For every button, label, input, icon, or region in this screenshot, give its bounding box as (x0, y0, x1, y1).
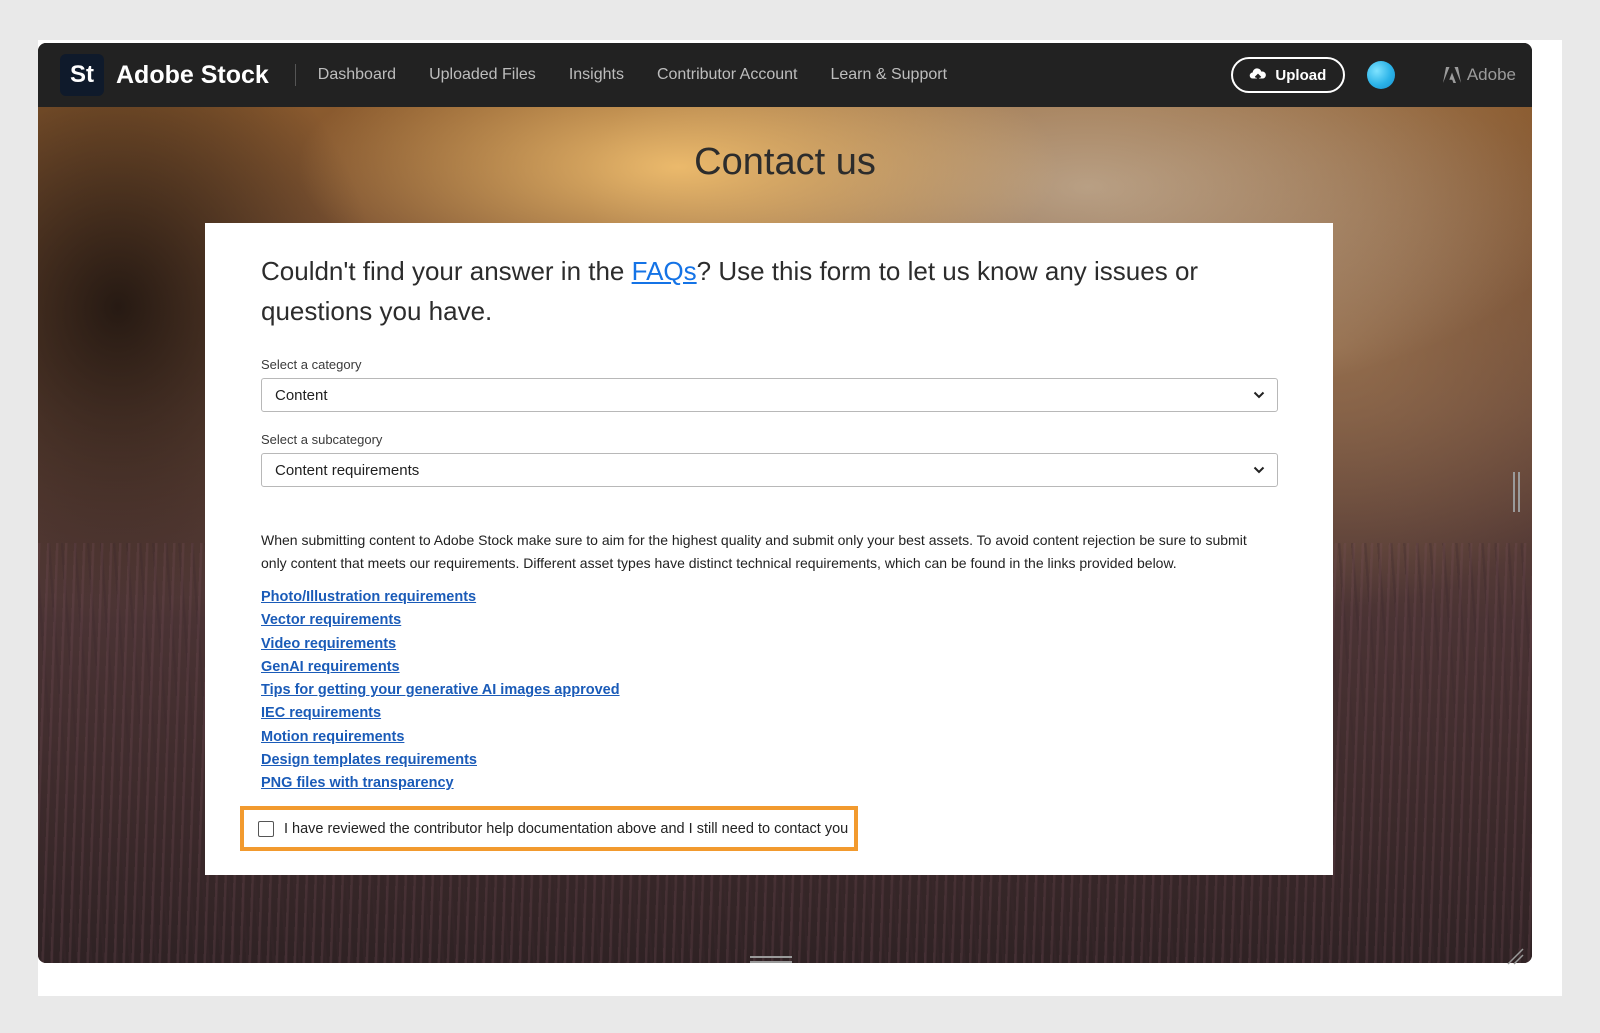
subcategory-select[interactable]: Content requirements (261, 453, 1278, 487)
faqs-link[interactable]: FAQs (632, 256, 697, 286)
horizontal-resize-handle[interactable] (750, 956, 792, 963)
nav-insights[interactable]: Insights (569, 66, 624, 84)
resize-grip-icon[interactable] (1506, 947, 1524, 965)
cloud-upload-icon (1250, 68, 1267, 82)
link-motion-requirements[interactable]: Motion requirements (261, 726, 404, 749)
brand-name[interactable]: Adobe Stock (116, 61, 269, 90)
nav-learn-support[interactable]: Learn & Support (830, 66, 947, 84)
app-window: St Adobe Stock Dashboard Uploaded Files … (38, 43, 1532, 963)
chevron-down-icon (1253, 391, 1265, 399)
confirm-highlight-box: I have reviewed the contributor help doc… (240, 806, 858, 851)
confirm-label[interactable]: I have reviewed the contributor help doc… (284, 821, 848, 837)
link-png-transparency[interactable]: PNG files with transparency (261, 772, 454, 795)
link-photo-illustration-requirements[interactable]: Photo/Illustration requirements (261, 586, 476, 609)
adobe-stock-logo[interactable]: St (60, 54, 104, 96)
vertical-resize-handle[interactable] (1513, 472, 1520, 512)
contact-form-card: Couldn't find your answer in the FAQs? U… (205, 223, 1333, 875)
subcategory-value: Content requirements (275, 461, 420, 479)
nav-dashboard[interactable]: Dashboard (318, 66, 396, 84)
requirements-links: Photo/Illustration requirements Vector r… (261, 586, 1277, 796)
category-select[interactable]: Content (261, 378, 1278, 412)
nav-contributor-account[interactable]: Contributor Account (657, 66, 798, 84)
link-vector-requirements[interactable]: Vector requirements (261, 609, 401, 632)
requirements-description: When submitting content to Adobe Stock m… (261, 532, 1247, 571)
adobe-logo-icon (1442, 67, 1461, 83)
top-navigation-bar: St Adobe Stock Dashboard Uploaded Files … (38, 43, 1532, 107)
browser-frame: St Adobe Stock Dashboard Uploaded Files … (38, 40, 1562, 996)
chevron-down-icon (1253, 466, 1265, 474)
link-genai-tips[interactable]: Tips for getting your generative AI imag… (261, 679, 620, 702)
subcategory-label: Select a subcategory (261, 432, 383, 447)
nav-uploaded-files[interactable]: Uploaded Files (429, 66, 536, 84)
adobe-label: Adobe (1466, 65, 1516, 84)
intro-text: Couldn't find your answer in the FAQs? U… (261, 251, 1271, 331)
nav-divider (294, 64, 296, 86)
link-iec-requirements[interactable]: IEC requirements (261, 702, 381, 725)
link-video-requirements[interactable]: Video requirements (261, 633, 396, 656)
link-genai-requirements[interactable]: GenAI requirements (261, 656, 400, 679)
intro-text-start: Couldn't find your answer in the (261, 256, 632, 286)
confirm-checkbox[interactable] (258, 820, 274, 837)
category-label: Select a category (261, 357, 362, 372)
adobe-link[interactable]: Adobe (1442, 65, 1516, 85)
link-design-templates-requirements[interactable]: Design templates requirements (261, 749, 477, 772)
category-value: Content (275, 386, 328, 404)
user-avatar[interactable] (1366, 61, 1395, 89)
upload-button[interactable]: Upload (1230, 57, 1345, 93)
page-title: Contact us (694, 141, 876, 183)
upload-label: Upload (1275, 66, 1327, 84)
